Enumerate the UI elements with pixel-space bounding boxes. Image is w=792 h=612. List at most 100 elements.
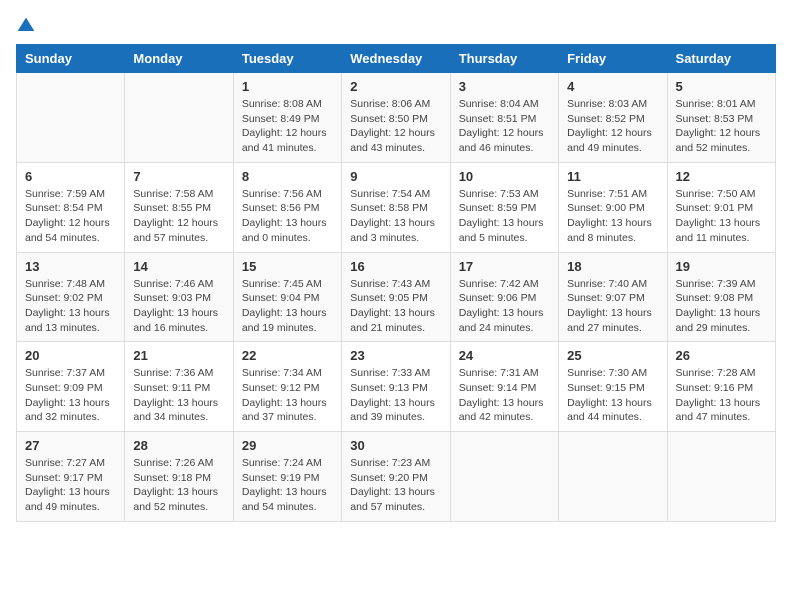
weekday-header: Saturday — [667, 45, 775, 73]
day-number: 15 — [242, 259, 333, 274]
day-info: Sunrise: 7:50 AMSunset: 9:01 PMDaylight:… — [676, 187, 767, 246]
day-info: Sunrise: 7:42 AMSunset: 9:06 PMDaylight:… — [459, 277, 550, 336]
day-number: 23 — [350, 348, 441, 363]
day-info: Sunrise: 7:31 AMSunset: 9:14 PMDaylight:… — [459, 366, 550, 425]
day-number: 2 — [350, 79, 441, 94]
day-number: 30 — [350, 438, 441, 453]
calendar-week-row: 27 Sunrise: 7:27 AMSunset: 9:17 PMDayligh… — [17, 432, 776, 522]
calendar-cell: 2 Sunrise: 8:06 AMSunset: 8:50 PMDaylight… — [342, 73, 450, 163]
weekday-header: Monday — [125, 45, 233, 73]
day-number: 26 — [676, 348, 767, 363]
day-number: 28 — [133, 438, 224, 453]
calendar-cell: 6 Sunrise: 7:59 AMSunset: 8:54 PMDaylight… — [17, 162, 125, 252]
calendar-cell: 5 Sunrise: 8:01 AMSunset: 8:53 PMDaylight… — [667, 73, 775, 163]
calendar-cell: 10Sunrise: 7:53 AMSunset: 8:59 PMDayligh… — [450, 162, 558, 252]
calendar-cell: 15 Sunrise: 7:45 AMSunset: 9:04 PMDayligh… — [233, 252, 341, 342]
day-number: 27 — [25, 438, 116, 453]
calendar-cell: 24 Sunrise: 7:31 AMSunset: 9:14 PMDayligh… — [450, 342, 558, 432]
day-number: 16 — [350, 259, 441, 274]
day-info: Sunrise: 7:46 AMSunset: 9:03 PMDaylight:… — [133, 277, 224, 336]
day-info: Sunrise: 7:58 AMSunset: 8:55 PMDaylight:… — [133, 187, 224, 246]
day-info: Sunrise: 7:48 AMSunset: 9:02 PMDaylight:… — [25, 277, 116, 336]
day-number: 21 — [133, 348, 224, 363]
calendar-cell: 11 Sunrise: 7:51 AMSunset: 9:00 PMDayligh… — [559, 162, 667, 252]
calendar-cell: 25 Sunrise: 7:30 AMSunset: 9:15 PMDayligh… — [559, 342, 667, 432]
day-number: 3 — [459, 79, 550, 94]
day-number: 24 — [459, 348, 550, 363]
calendar-cell: 28 Sunrise: 7:26 AMSunset: 9:18 PMDayligh… — [125, 432, 233, 522]
day-number: 8 — [242, 169, 333, 184]
day-number: 4 — [567, 79, 658, 94]
calendar-cell: 30Sunrise: 7:23 AMSunset: 9:20 PMDayligh… — [342, 432, 450, 522]
calendar-cell — [17, 73, 125, 163]
calendar-cell: 4 Sunrise: 8:03 AMSunset: 8:52 PMDaylight… — [559, 73, 667, 163]
day-number: 6 — [25, 169, 116, 184]
day-info: Sunrise: 7:24 AMSunset: 9:19 PMDaylight:… — [242, 456, 333, 515]
day-info: Sunrise: 7:45 AMSunset: 9:04 PMDaylight:… — [242, 277, 333, 336]
day-number: 25 — [567, 348, 658, 363]
day-number: 12 — [676, 169, 767, 184]
day-number: 1 — [242, 79, 333, 94]
day-info: Sunrise: 7:34 AMSunset: 9:12 PMDaylight:… — [242, 366, 333, 425]
day-number: 18 — [567, 259, 658, 274]
weekday-header: Tuesday — [233, 45, 341, 73]
day-number: 10 — [459, 169, 550, 184]
day-info: Sunrise: 7:28 AMSunset: 9:16 PMDaylight:… — [676, 366, 767, 425]
calendar-header-row: SundayMondayTuesdayWednesdayThursdayFrid… — [17, 45, 776, 73]
day-info: Sunrise: 8:06 AMSunset: 8:50 PMDaylight:… — [350, 97, 441, 156]
calendar-cell: 16 Sunrise: 7:43 AMSunset: 9:05 PMDayligh… — [342, 252, 450, 342]
calendar-cell: 9 Sunrise: 7:54 AMSunset: 8:58 PMDaylight… — [342, 162, 450, 252]
day-info: Sunrise: 8:04 AMSunset: 8:51 PMDaylight:… — [459, 97, 550, 156]
day-info: Sunrise: 7:43 AMSunset: 9:05 PMDaylight:… — [350, 277, 441, 336]
calendar-cell: 29 Sunrise: 7:24 AMSunset: 9:19 PMDayligh… — [233, 432, 341, 522]
calendar-cell: 18 Sunrise: 7:40 AMSunset: 9:07 PMDayligh… — [559, 252, 667, 342]
day-info: Sunrise: 7:30 AMSunset: 9:15 PMDaylight:… — [567, 366, 658, 425]
day-info: Sunrise: 7:33 AMSunset: 9:13 PMDaylight:… — [350, 366, 441, 425]
calendar-cell — [125, 73, 233, 163]
calendar-week-row: 6 Sunrise: 7:59 AMSunset: 8:54 PMDaylight… — [17, 162, 776, 252]
calendar-cell: 13 Sunrise: 7:48 AMSunset: 9:02 PMDayligh… — [17, 252, 125, 342]
day-info: Sunrise: 7:26 AMSunset: 9:18 PMDaylight:… — [133, 456, 224, 515]
weekday-header: Thursday — [450, 45, 558, 73]
day-info: Sunrise: 7:37 AMSunset: 9:09 PMDaylight:… — [25, 366, 116, 425]
day-info: Sunrise: 7:59 AMSunset: 8:54 PMDaylight:… — [25, 187, 116, 246]
day-number: 19 — [676, 259, 767, 274]
day-number: 20 — [25, 348, 116, 363]
calendar-cell: 14 Sunrise: 7:46 AMSunset: 9:03 PMDayligh… — [125, 252, 233, 342]
day-info: Sunrise: 7:27 AMSunset: 9:17 PMDaylight:… — [25, 456, 116, 515]
logo — [16, 16, 44, 36]
weekday-header: Friday — [559, 45, 667, 73]
day-info: Sunrise: 8:03 AMSunset: 8:52 PMDaylight:… — [567, 97, 658, 156]
day-number: 14 — [133, 259, 224, 274]
day-number: 7 — [133, 169, 224, 184]
calendar-cell: 1Sunrise: 8:08 AMSunset: 8:49 PMDaylight… — [233, 73, 341, 163]
calendar-cell: 26 Sunrise: 7:28 AMSunset: 9:16 PMDayligh… — [667, 342, 775, 432]
calendar-table: SundayMondayTuesdayWednesdayThursdayFrid… — [16, 44, 776, 522]
day-number: 9 — [350, 169, 441, 184]
day-number: 13 — [25, 259, 116, 274]
calendar-cell: 23 Sunrise: 7:33 AMSunset: 9:13 PMDayligh… — [342, 342, 450, 432]
calendar-cell: 7 Sunrise: 7:58 AMSunset: 8:55 PMDaylight… — [125, 162, 233, 252]
calendar-week-row: 20 Sunrise: 7:37 AMSunset: 9:09 PMDayligh… — [17, 342, 776, 432]
day-number: 29 — [242, 438, 333, 453]
weekday-header: Sunday — [17, 45, 125, 73]
calendar-week-row: 13 Sunrise: 7:48 AMSunset: 9:02 PMDayligh… — [17, 252, 776, 342]
calendar-cell — [667, 432, 775, 522]
calendar-cell: 17 Sunrise: 7:42 AMSunset: 9:06 PMDayligh… — [450, 252, 558, 342]
logo-icon — [16, 16, 36, 36]
calendar-cell: 12 Sunrise: 7:50 AMSunset: 9:01 PMDayligh… — [667, 162, 775, 252]
day-info: Sunrise: 7:40 AMSunset: 9:07 PMDaylight:… — [567, 277, 658, 336]
calendar-cell: 8 Sunrise: 7:56 AMSunset: 8:56 PMDaylight… — [233, 162, 341, 252]
day-info: Sunrise: 7:54 AMSunset: 8:58 PMDaylight:… — [350, 187, 441, 246]
calendar-cell: 27 Sunrise: 7:27 AMSunset: 9:17 PMDayligh… — [17, 432, 125, 522]
day-info: Sunrise: 8:01 AMSunset: 8:53 PMDaylight:… — [676, 97, 767, 156]
day-number: 5 — [676, 79, 767, 94]
calendar-cell: 19Sunrise: 7:39 AMSunset: 9:08 PMDayligh… — [667, 252, 775, 342]
day-info: Sunrise: 7:56 AMSunset: 8:56 PMDaylight:… — [242, 187, 333, 246]
calendar-cell: 20 Sunrise: 7:37 AMSunset: 9:09 PMDayligh… — [17, 342, 125, 432]
day-number: 11 — [567, 169, 658, 184]
calendar-cell: 22Sunrise: 7:34 AMSunset: 9:12 PMDayligh… — [233, 342, 341, 432]
day-info: Sunrise: 7:51 AMSunset: 9:00 PMDaylight:… — [567, 187, 658, 246]
weekday-header: Wednesday — [342, 45, 450, 73]
day-number: 17 — [459, 259, 550, 274]
